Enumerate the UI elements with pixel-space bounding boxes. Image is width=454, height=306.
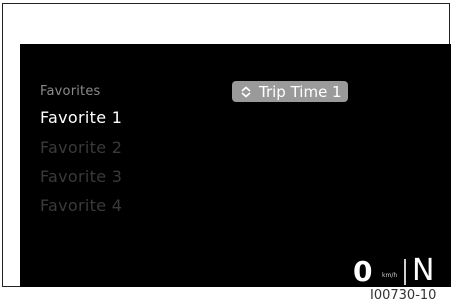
cluster-display: Favorites Favorite 1 Favorite 2 Favorite… (20, 44, 451, 287)
gear-divider (404, 259, 406, 285)
menu-item-favorite-4[interactable]: Favorite 4 (40, 196, 122, 215)
figure-code: I00730-10 (370, 288, 437, 303)
figure-frame: Favorites Favorite 1 Favorite 2 Favorite… (2, 3, 451, 287)
speed-unit-label: km/h (382, 272, 398, 279)
trip-time-label: Trip Time 1 (259, 82, 342, 101)
trip-time-selector[interactable]: Trip Time 1 (232, 81, 348, 102)
gear-indicator: N (412, 253, 435, 288)
menu-item-favorite-2[interactable]: Favorite 2 (40, 138, 122, 157)
up-down-toggle-icon (240, 85, 252, 98)
speed-readout: 0 (353, 255, 373, 288)
favorites-heading: Favorites (40, 84, 101, 99)
menu-item-favorite-1[interactable]: Favorite 1 (40, 108, 122, 127)
menu-item-favorite-3[interactable]: Favorite 3 (40, 167, 122, 186)
